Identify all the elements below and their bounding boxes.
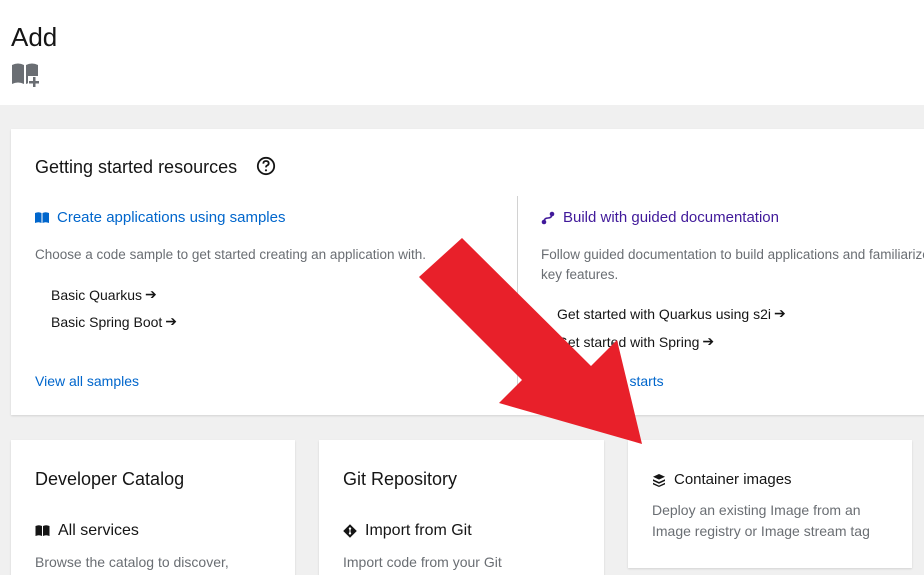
book-add-icon xyxy=(12,63,41,88)
quickstart-link-spring[interactable]: Get started with Spring ➔ xyxy=(557,333,714,350)
sample-link-label: Basic Spring Boot xyxy=(51,313,163,330)
sample-link-label: Basic Quarkus xyxy=(51,286,143,303)
column-divider xyxy=(517,196,518,396)
git-repository-card[interactable]: Git Repository Import from Git Import co… xyxy=(319,440,604,575)
getting-started-title: Getting started resources xyxy=(35,157,238,177)
samples-heading-label: Create applications using samples xyxy=(57,209,286,226)
page-title: Add xyxy=(11,22,58,52)
arrow-right-icon: ➔ xyxy=(702,333,715,349)
developer-catalog-description: Browse the catalog to discover, xyxy=(35,554,229,570)
all-services-label: All services xyxy=(58,522,139,539)
getting-started-card: Getting started resources Create applica… xyxy=(11,129,924,415)
git-repository-description: Import code from your Git xyxy=(343,554,502,570)
question-circle-icon[interactable] xyxy=(256,156,276,176)
view-all-quickstarts-link[interactable]: View all quick starts xyxy=(541,373,664,389)
docs-description-line: Follow guided documentation to build app… xyxy=(541,247,924,262)
docs-description: Follow guided documentation to build app… xyxy=(541,245,924,285)
import-from-git-link[interactable]: Import from Git xyxy=(343,522,472,540)
quickstart-link-label: Get started with Quarkus using s2i xyxy=(557,305,771,322)
git-repository-title: Git Repository xyxy=(343,469,458,489)
book-open-icon xyxy=(35,211,49,223)
cube-stack-icon xyxy=(653,473,665,487)
container-images-description-line: Deploy an existing Image from an xyxy=(652,502,861,518)
container-images-title: Container images xyxy=(674,471,792,488)
arrow-right-icon: ➔ xyxy=(165,313,178,329)
arrow-right-icon: ➔ xyxy=(774,305,786,321)
container-images-description: Deploy an existing Image from an Image r… xyxy=(652,500,870,542)
container-images-description-line: Image registry or Image stream tag xyxy=(652,523,870,539)
samples-heading-link[interactable]: Create applications using samples xyxy=(35,209,285,226)
developer-catalog-card[interactable]: Developer Catalog All services Browse th… xyxy=(11,440,295,575)
book-open-icon xyxy=(35,525,50,536)
quickstart-link-quarkus[interactable]: Get started with Quarkus using s2i ➔ xyxy=(557,305,786,322)
sample-link-basic-quarkus[interactable]: Basic Quarkus ➔ xyxy=(51,286,157,303)
docs-description-line: key features. xyxy=(541,267,619,282)
container-images-card[interactable]: Container images Deploy an existing Imag… xyxy=(628,440,912,568)
developer-catalog-title: Developer Catalog xyxy=(35,469,185,489)
all-services-link[interactable]: All services xyxy=(35,522,139,540)
arrow-right-icon: ➔ xyxy=(145,286,157,302)
route-icon xyxy=(541,211,555,224)
import-from-git-label: Import from Git xyxy=(365,522,472,539)
quickstart-link-label: Get started with Spring xyxy=(557,333,700,350)
samples-description: Choose a code sample to get started crea… xyxy=(35,247,426,262)
git-diamond-icon xyxy=(343,524,357,538)
page-header: Add xyxy=(0,0,924,105)
container-images-heading[interactable]: Container images xyxy=(652,471,792,488)
view-all-samples-link[interactable]: View all samples xyxy=(35,373,139,389)
sample-link-basic-spring-boot[interactable]: Basic Spring Boot ➔ xyxy=(51,313,177,330)
docs-heading-link[interactable]: Build with guided documentation xyxy=(541,209,779,226)
docs-heading-label: Build with guided documentation xyxy=(563,209,779,226)
